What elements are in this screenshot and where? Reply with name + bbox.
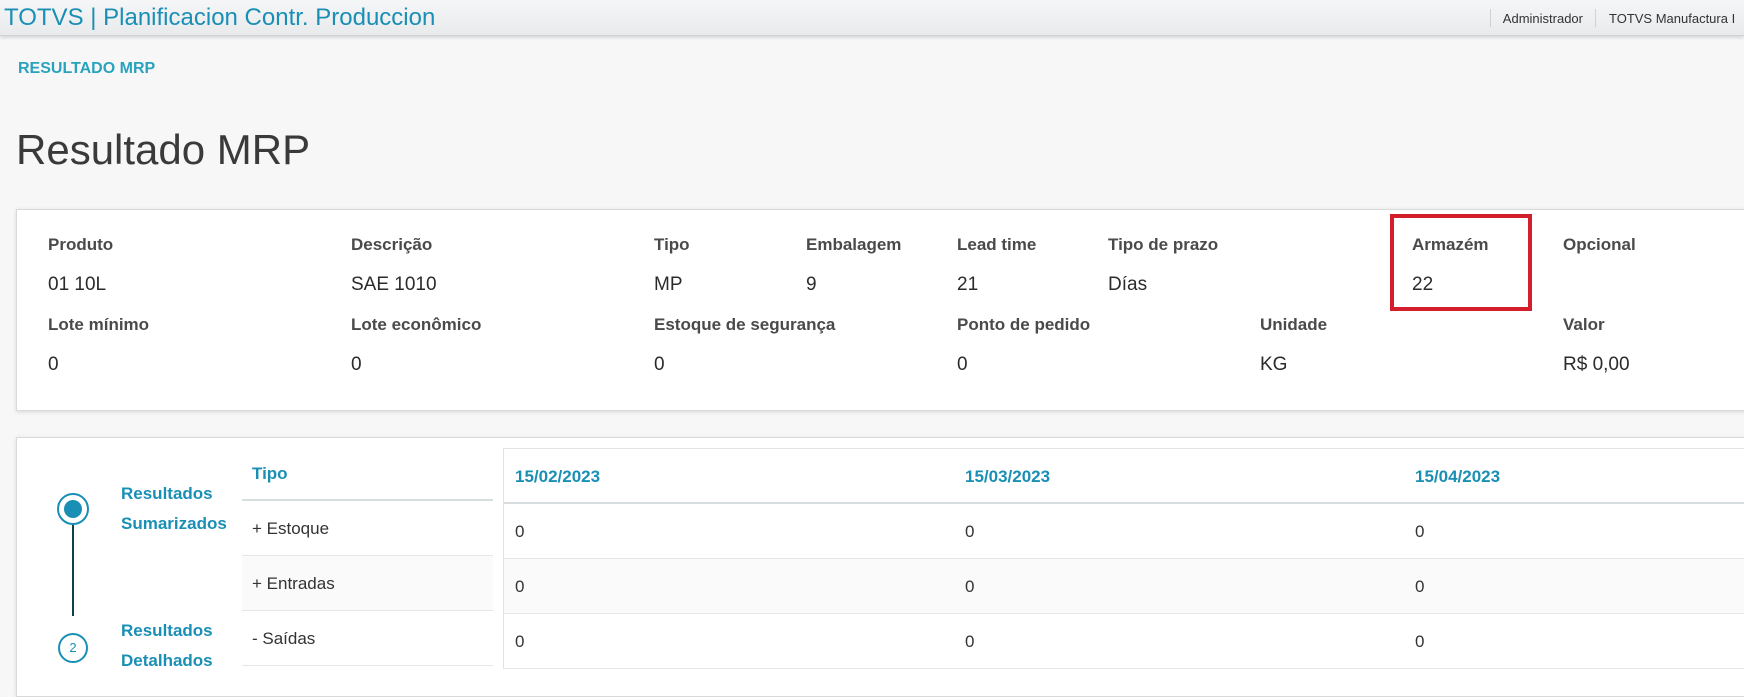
date-column-header[interactable]: 15/02/2023 — [504, 449, 954, 502]
field-valor: Valor R$ 0,00 — [1563, 314, 1630, 376]
table-cell: 0 — [515, 632, 525, 651]
table-cell: 0 — [1415, 577, 1425, 596]
field-lote-economico: Lote econômico 0 — [351, 314, 481, 376]
field-descricao: Descrição SAE 1010 — [351, 234, 437, 296]
field-label: Lead time — [957, 235, 1037, 254]
field-value: 0 — [48, 354, 59, 375]
results-date-table: 15/02/2023 15/03/2023 15/04/2023 0 0 0 0… — [503, 448, 1744, 669]
field-label: Produto — [48, 235, 114, 254]
field-value: KG — [1260, 354, 1288, 375]
table-cell: 0 — [965, 577, 975, 596]
field-ponto-de-pedido: Ponto de pedido 0 — [957, 314, 1090, 376]
field-label: Ponto de pedido — [957, 315, 1091, 334]
step-active-circle-icon[interactable] — [57, 493, 89, 525]
table-cell: 0 — [1415, 632, 1425, 651]
field-label: Valor — [1563, 315, 1605, 334]
field-label: Tipo de prazo — [1108, 235, 1219, 254]
table-cell: 0 — [1415, 522, 1425, 541]
step-resultados-detalhados[interactable]: Resultados Detalhados — [121, 616, 251, 676]
field-value: R$ 0,00 — [1563, 354, 1630, 375]
field-unidade: Unidade KG — [1260, 314, 1327, 376]
field-value: Días — [1108, 274, 1148, 295]
field-lote-minimo: Lote mínimo 0 — [48, 314, 149, 376]
field-value: 21 — [957, 274, 979, 295]
breadcrumb[interactable]: RESULTADO MRP — [18, 60, 155, 78]
field-value: MP — [654, 274, 683, 295]
field-value: 0 — [654, 354, 665, 375]
type-column: Tipo + Estoque + Entradas - Saídas — [242, 446, 493, 666]
product-info-card: Produto 01 10L Descrição SAE 1010 Tipo M… — [16, 209, 1744, 411]
field-estoque-de-seguranca: Estoque de segurança 0 — [654, 314, 835, 376]
field-value: 9 — [806, 274, 817, 295]
page-title: Resultado MRP — [16, 126, 311, 173]
field-label: Estoque de segurança — [654, 315, 836, 334]
field-label: Opcional — [1563, 235, 1636, 254]
date-column-header[interactable]: 15/03/2023 — [954, 449, 1404, 502]
type-row-label: + Estoque — [242, 501, 493, 556]
stepper: Resultados Sumarizados 2 Resultados Deta… — [55, 478, 255, 678]
step-dot-icon — [64, 500, 82, 518]
table-cell: 0 — [965, 522, 975, 541]
field-label: Descrição — [351, 235, 433, 254]
user-area: Administrador TOTVS Manufactura I — [1489, 8, 1744, 28]
step-label-line: Resultados — [121, 484, 213, 503]
step-label-line: Detalhados — [121, 651, 213, 670]
table-cell: 0 — [965, 632, 975, 651]
type-row-label: + Entradas — [242, 556, 493, 611]
step-resultados-sumarizados[interactable]: Resultados Sumarizados — [121, 479, 251, 539]
field-value: 0 — [957, 354, 968, 375]
armazem-highlight-box — [1390, 214, 1532, 311]
field-lead-time: Lead time 21 — [957, 234, 1036, 296]
table-cell: 0 — [515, 577, 525, 596]
field-tipo: Tipo MP — [654, 234, 690, 296]
top-bar: TOTVS | Planificacion Contr. Produccion … — [0, 0, 1744, 36]
field-label: Lote mínimo — [48, 315, 150, 334]
field-produto: Produto 01 10L — [48, 234, 113, 296]
table-cell: 0 — [515, 522, 525, 541]
app-title: TOTVS | Planificacion Contr. Produccion — [4, 4, 436, 31]
field-label: Unidade — [1260, 315, 1328, 334]
field-tipo-de-prazo: Tipo de prazo Días — [1108, 234, 1218, 296]
type-column-header: Tipo — [242, 446, 493, 501]
results-card: Resultados Sumarizados 2 Resultados Deta… — [16, 437, 1744, 697]
field-value: 01 10L — [48, 274, 107, 295]
table-row: 0 0 0 — [504, 559, 1744, 614]
field-label: Lote econômico — [351, 315, 482, 334]
field-opcional: Opcional — [1563, 234, 1636, 296]
field-value — [1563, 274, 1636, 296]
step-number-circle[interactable]: 2 — [58, 633, 88, 663]
field-label: Embalagem — [806, 235, 902, 254]
table-row: 0 0 0 — [504, 504, 1744, 559]
table-header-row: 15/02/2023 15/03/2023 15/04/2023 — [504, 449, 1744, 504]
field-embalagem: Embalagem 9 — [806, 234, 901, 296]
field-label: Tipo — [654, 235, 690, 254]
date-column-header[interactable]: 15/04/2023 — [1404, 449, 1744, 502]
field-value: SAE 1010 — [351, 274, 437, 295]
type-row-label: - Saídas — [242, 611, 493, 666]
user-menu[interactable]: Administrador — [1491, 11, 1595, 26]
table-row: 0 0 0 — [504, 614, 1744, 669]
step-label-line: Resultados — [121, 621, 213, 640]
step-label-line: Sumarizados — [121, 514, 227, 533]
company-menu[interactable]: TOTVS Manufactura I — [1596, 11, 1744, 26]
field-value: 0 — [351, 354, 362, 375]
